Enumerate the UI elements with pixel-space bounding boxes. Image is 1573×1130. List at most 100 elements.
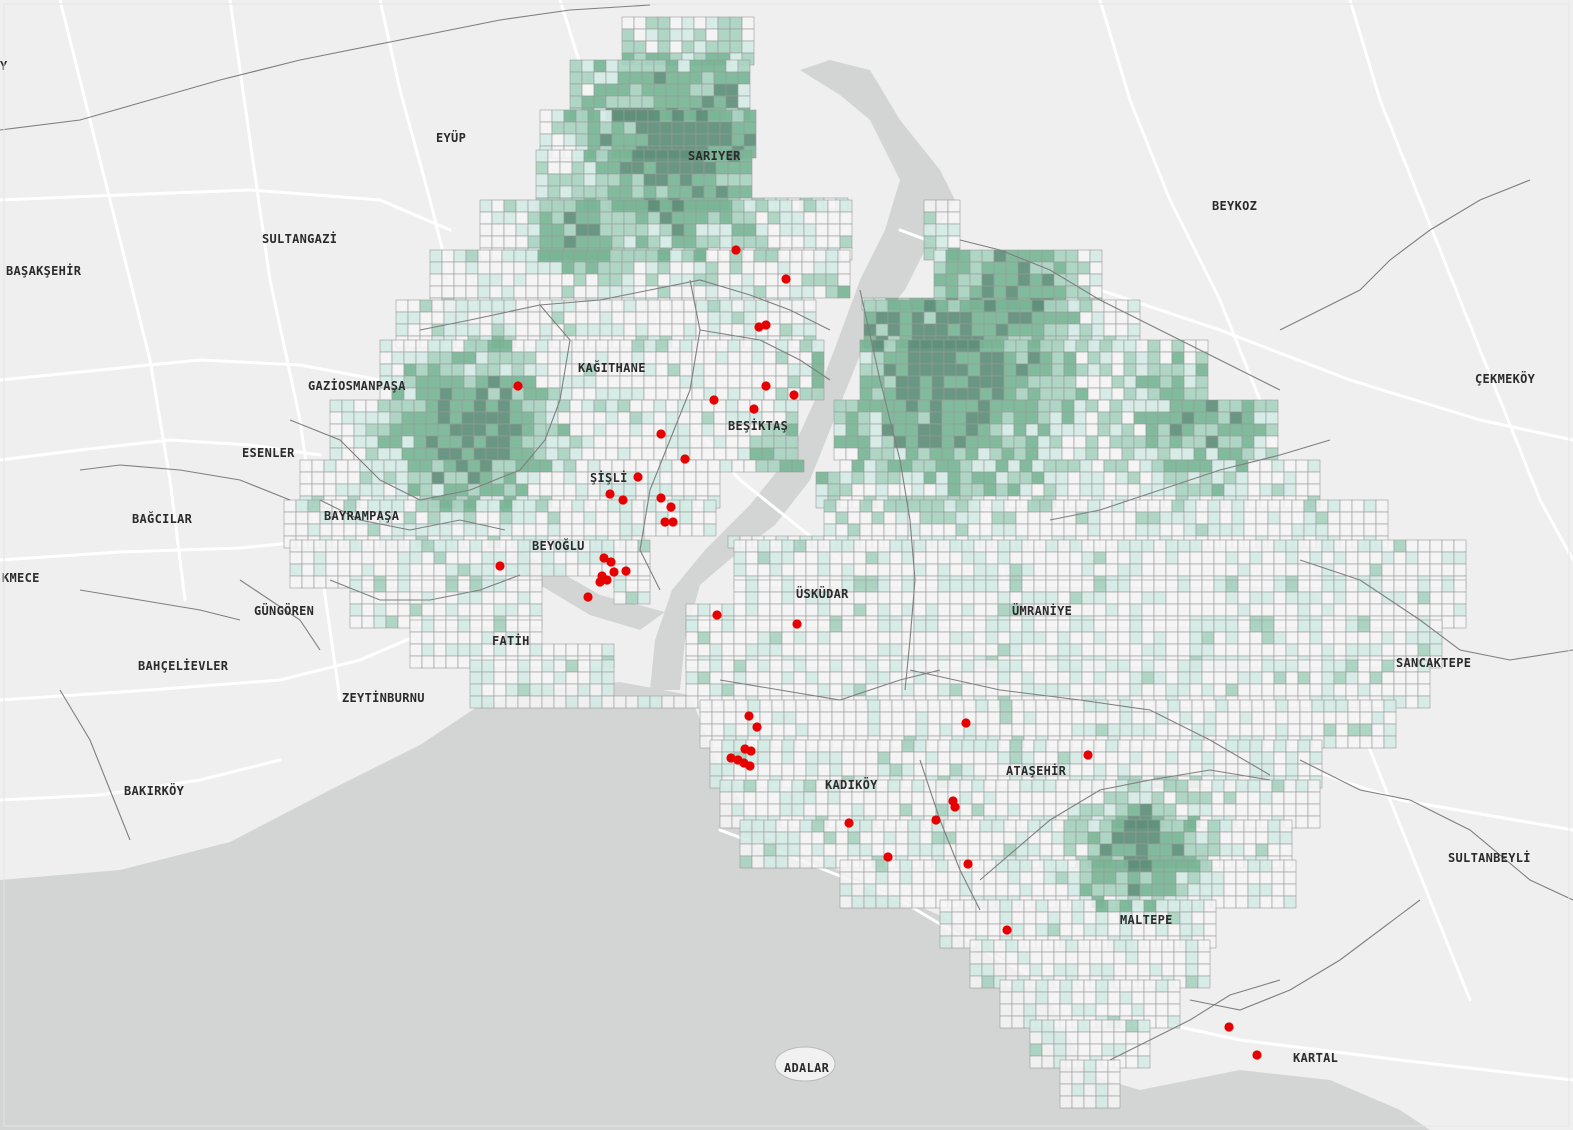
- grid-cell: [721, 619, 735, 633]
- grid-cell: [625, 695, 639, 709]
- grid-cell: [1129, 579, 1143, 593]
- grid-cell: [1081, 671, 1095, 685]
- grid-cell: [1151, 483, 1165, 497]
- grid-cell: [1405, 683, 1419, 697]
- grid-cell: [1139, 859, 1153, 873]
- grid-cell: [1333, 539, 1347, 553]
- grid-cell: [1135, 375, 1149, 389]
- grid-cell: [1103, 311, 1117, 325]
- grid-cell: [1057, 751, 1071, 765]
- grid-cell: [1053, 249, 1067, 263]
- grid-cell: [717, 40, 731, 54]
- grid-cell: [879, 711, 893, 725]
- grid-cell: [1003, 375, 1017, 389]
- grid-cell: [681, 16, 695, 30]
- grid-cell: [633, 16, 647, 30]
- grid-cell: [717, 249, 731, 263]
- grid-cell: [701, 83, 715, 97]
- grid-cell: [671, 133, 685, 147]
- grid-cell: [1223, 895, 1237, 909]
- grid-cell: [1111, 523, 1125, 537]
- grid-cell: [855, 699, 869, 713]
- grid-cell: [1441, 579, 1455, 593]
- grid-cell: [1429, 619, 1443, 633]
- grid-cell: [493, 695, 507, 709]
- grid-cell: [1191, 923, 1205, 937]
- grid-cell: [635, 199, 649, 213]
- grid-cell: [461, 435, 475, 449]
- grid-cell: [707, 121, 721, 135]
- grid-cell: [465, 261, 479, 275]
- grid-cell: [553, 659, 567, 673]
- grid-cell: [1041, 939, 1055, 953]
- grid-cell: [757, 579, 771, 593]
- grid-cell: [1237, 739, 1251, 753]
- grid-cell: [711, 711, 725, 725]
- grid-cell: [769, 619, 783, 633]
- grid-cell: [451, 339, 465, 353]
- grid-cell: [1127, 483, 1141, 497]
- grid-cell: [1177, 539, 1191, 553]
- grid-cell: [955, 831, 969, 845]
- grid-cell: [953, 399, 967, 413]
- grid-cell: [415, 499, 429, 513]
- grid-cell: [563, 323, 577, 337]
- grid-cell: [1311, 723, 1325, 737]
- grid-cell: [681, 28, 695, 42]
- grid-cell: [1105, 763, 1119, 777]
- grid-cell: [721, 631, 735, 645]
- grid-cell: [877, 739, 891, 753]
- grid-cell: [481, 659, 495, 673]
- grid-cell: [805, 631, 819, 645]
- grid-cell: [365, 435, 379, 449]
- grid-cell: [1021, 739, 1035, 753]
- grid-cell: [491, 235, 505, 249]
- grid-cell: [1207, 511, 1221, 525]
- grid-cell: [301, 551, 315, 565]
- grid-cell: [301, 539, 315, 553]
- grid-cell: [611, 323, 625, 337]
- grid-cell: [987, 899, 1001, 913]
- grid-cell: [433, 563, 447, 577]
- grid-cell: [1171, 499, 1185, 513]
- grid-cell: [1225, 579, 1239, 593]
- grid-cell: [1139, 883, 1153, 897]
- grid-cell: [1061, 411, 1075, 425]
- grid-cell: [1283, 471, 1297, 485]
- grid-cell: [499, 511, 513, 525]
- grid-cell: [1075, 351, 1089, 365]
- grid-cell: [587, 109, 601, 123]
- grid-cell: [585, 285, 599, 299]
- grid-cell: [667, 161, 681, 175]
- grid-cell: [313, 563, 327, 577]
- grid-cell: [1131, 711, 1145, 725]
- grid-cell: [1081, 683, 1095, 697]
- grid-cell: [439, 499, 453, 513]
- label-beyoglu: BEYOĞLU: [532, 538, 585, 553]
- grid-cell: [903, 711, 917, 725]
- grid-cell: [1191, 899, 1205, 913]
- grid-cell: [497, 423, 511, 437]
- grid-cell: [587, 121, 601, 135]
- grid-cell: [1147, 363, 1161, 377]
- grid-cell: [289, 563, 303, 577]
- grid-cell: [751, 855, 765, 869]
- grid-cell: [595, 185, 609, 199]
- grid-cell: [791, 235, 805, 249]
- grid-cell: [635, 133, 649, 147]
- grid-cell: [1017, 285, 1031, 299]
- grid-cell: [843, 711, 857, 725]
- grid-cell: [997, 751, 1011, 765]
- grid-cell: [1095, 923, 1109, 937]
- grid-cell: [575, 323, 589, 337]
- grid-cell: [1035, 723, 1049, 737]
- grid-cell: [1091, 483, 1105, 497]
- grid-cell: [1007, 311, 1021, 325]
- grid-cell: [889, 563, 903, 577]
- grid-cell: [955, 387, 969, 401]
- grid-cell: [1225, 619, 1239, 633]
- grid-cell: [1383, 699, 1397, 713]
- grid-cell: [855, 723, 869, 737]
- grid-cell: [791, 211, 805, 225]
- grid-cell: [569, 95, 583, 109]
